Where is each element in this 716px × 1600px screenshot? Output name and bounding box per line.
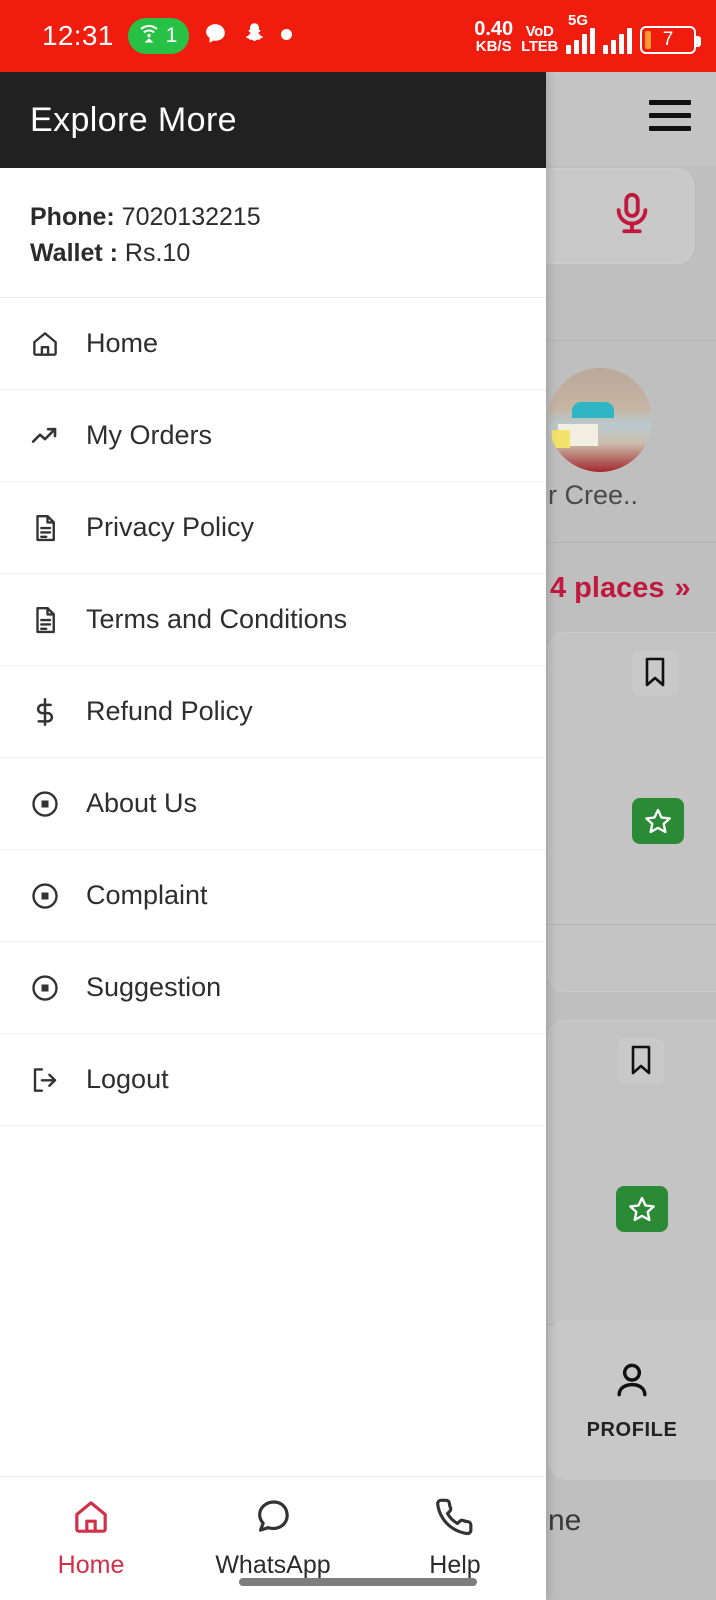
chat-bubble-icon [203,21,228,51]
navigation-drawer: Explore More Phone: 7020132215 Wallet : … [0,72,546,1600]
account-summary: Phone: 7020132215 Wallet : Rs.10 [0,168,546,298]
drawer-item-home[interactable]: Home [0,298,546,390]
battery-icon: 7 [640,25,701,54]
chat-bubble-icon [253,1497,293,1542]
drawer-item-suggestion[interactable]: Suggestion [0,942,546,1034]
wallet-label: Wallet : [30,238,118,267]
drawer-item-label: Refund Policy [86,696,253,726]
phone-row: Phone: 7020132215 [30,200,546,236]
home-icon [71,1497,111,1542]
bottom-nav-home[interactable]: Home [0,1497,182,1580]
volte-line2: LTEB [521,37,558,55]
drawer-title: Explore More [30,100,237,139]
thumbnail-detail [552,430,570,448]
dollar-icon [28,697,62,727]
drawer-item-label: Home [86,328,159,358]
document-icon [28,513,62,543]
hotspot-badge: 1 [127,18,190,54]
screen-root: 12:31 1 0.40 KB/S VoD LTEB 5G 7 r Cree..… [0,0,716,1600]
wifi-tethering-icon [137,22,161,51]
bottom-nav-whatsapp[interactable]: WhatsApp [182,1497,364,1580]
volte-line1: VoD [525,22,554,40]
volte-icon: VoD LTEB [521,24,558,54]
star-badge[interactable] [616,1186,668,1232]
drawer-item-my-orders[interactable]: My Orders [0,390,546,482]
document-icon [28,605,62,635]
network-speed: 0.40 KB/S [474,19,513,54]
home-icon [28,329,62,359]
drawer-item-complaint[interactable]: Complaint [0,850,546,942]
bottom-nav-label: WhatsApp [215,1551,331,1579]
drawer-item-refund-policy[interactable]: Refund Policy [0,666,546,758]
signal-bars-icon [566,27,595,54]
drawer-item-terms-and-conditions[interactable]: Terms and Conditions [0,574,546,666]
snapchat-icon [242,21,267,51]
bookmark-icon[interactable] [632,650,678,696]
chevron-right-icon: » [674,572,691,604]
trending-up-icon [28,421,62,451]
drawer-menu: Home My Orders Privacy Policy Terms and … [0,298,546,1476]
signal-bars-primary: 5G [566,12,595,54]
places-count-link[interactable]: 4 places » [550,572,691,605]
wallet-value: Rs.10 [124,238,191,267]
hotspot-count: 1 [165,24,178,47]
gesture-home-indicator[interactable] [239,1578,477,1586]
thumbnail-detail [572,402,614,418]
profile-button[interactable]: PROFILE [548,1320,716,1480]
hamburger-icon[interactable] [649,100,691,131]
drawer-item-label: My Orders [86,420,213,450]
status-bar-clock: 12:31 [42,20,114,51]
phone-icon [435,1497,475,1542]
network-type-label: 5G [568,11,589,29]
phone-label: Phone: [30,203,115,231]
drawer-item-label: Terms and Conditions [86,604,348,634]
drawer-item-about-us[interactable]: About Us [0,758,546,850]
bottom-nav-label: Home [57,1551,125,1579]
profile-button-label: PROFILE [586,1419,678,1441]
bottom-nav-label: Help [429,1551,481,1579]
drawer-item-label: About Us [86,788,198,818]
disc-icon [28,973,62,1003]
drawer-item-label: Suggestion [86,972,222,1002]
bookmark-icon[interactable] [618,1038,664,1084]
background-tail-text: ne [548,1504,582,1537]
microphone-icon[interactable] [609,191,655,242]
drawer-header: Explore More [0,72,546,168]
phone-value: 7020132215 [121,203,261,231]
network-speed-unit: KB/S [475,37,512,55]
status-bar: 12:31 1 0.40 KB/S VoD LTEB 5G 7 [0,0,716,72]
star-badge[interactable] [632,798,684,844]
person-icon [610,1358,654,1407]
disc-icon [28,789,62,819]
bottom-nav-help[interactable]: Help [364,1497,546,1580]
status-bar-right: 0.40 KB/S VoD LTEB 5G 7 [474,12,701,54]
status-bar-left: 12:31 1 [42,18,293,54]
drawer-item-logout[interactable]: Logout [0,1034,546,1126]
drawer-item-label: Logout [86,1064,169,1094]
drawer-item-label: Privacy Policy [86,512,255,542]
signal-bars-secondary-icon [603,27,632,54]
place-name-label: r Cree.. [548,480,639,510]
battery-percent-label: 7 [662,28,674,50]
logout-icon [28,1065,62,1095]
network-speed-value: 0.40 [474,17,514,40]
status-bar-notification-icons [203,21,293,51]
place-thumbnail[interactable] [548,368,652,472]
wallet-row: Wallet : Rs.10 [30,236,546,272]
drawer-item-label: Complaint [86,880,208,910]
disc-icon [28,881,62,911]
dot-icon [281,27,293,45]
places-count-label: 4 places [550,572,665,604]
drawer-item-privacy-policy[interactable]: Privacy Policy [0,482,546,574]
